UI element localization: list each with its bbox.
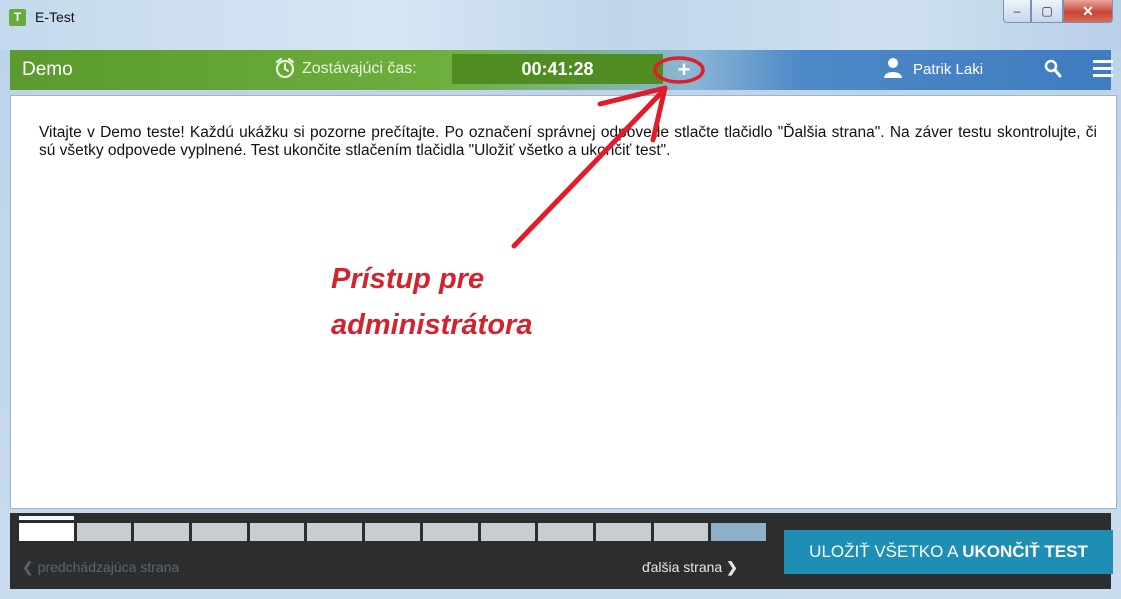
progress-segment[interactable] — [134, 523, 190, 541]
previous-page-link[interactable]: ❮ predchádzajúca strana — [22, 559, 179, 576]
app-logo-icon: T — [9, 9, 26, 26]
progress-segment[interactable] — [711, 523, 766, 541]
content-panel: Vitajte v Demo teste! Každú ukážku si po… — [10, 95, 1117, 509]
test-name: Demo — [22, 59, 73, 80]
progress-segment[interactable] — [422, 523, 478, 541]
previous-page-label: predchádzajúca strana — [37, 559, 180, 575]
annotation-line-2: administrátora — [331, 309, 533, 341]
progress-segment[interactable] — [192, 523, 247, 541]
progress-segment[interactable] — [365, 523, 420, 541]
progress-segment[interactable] — [595, 523, 651, 541]
next-page-link[interactable]: ďalšia strana ❯ — [642, 559, 738, 576]
close-button[interactable]: ✕ — [1063, 0, 1113, 23]
save-and-finish-button[interactable]: ULOŽIŤ VŠETKO A UKONČIŤ TEST — [784, 530, 1113, 574]
app-header: Demo Zostávajúci čas: 00:41:28 + Patrik … — [10, 50, 1113, 90]
progress-segment[interactable] — [538, 523, 593, 541]
app-window: T E-Test – ▢ ✕ Demo Zostávajúci čas: 00:… — [0, 0, 1121, 599]
timer-display: 00:41:28 — [452, 54, 663, 84]
chevron-left-icon: ❮ — [22, 559, 34, 575]
progress-segment[interactable] — [653, 523, 709, 541]
admin-annotation: Prístup pre administrátora — [331, 256, 532, 348]
user-icon — [884, 58, 902, 78]
window-titlebar: T E-Test – ▢ ✕ — [0, 0, 1121, 50]
annotation-line-1: Prístup pre — [331, 263, 485, 295]
window-controls: – ▢ ✕ — [1003, 0, 1113, 24]
intro-text: Vitajte v Demo teste! Každú ukážku si po… — [39, 124, 1097, 159]
maximize-button[interactable]: ▢ — [1031, 0, 1063, 23]
page-progress — [19, 516, 766, 541]
timer-label: Zostávajúci čas: — [302, 60, 417, 77]
finish-label-bold: UKONČIŤ TEST — [962, 542, 1088, 561]
progress-segment[interactable] — [307, 523, 363, 541]
chevron-right-icon: ❯ — [726, 559, 738, 575]
user-name[interactable]: Patrik Laki — [913, 61, 983, 78]
progress-segment[interactable] — [76, 523, 132, 541]
menu-icon[interactable] — [1093, 60, 1113, 78]
alarm-clock-icon — [275, 57, 295, 79]
bottom-navigation: ❮ predchádzajúca strana ďalšia strana ❯ … — [10, 513, 1113, 589]
progress-segment[interactable] — [249, 523, 305, 541]
finish-label-regular: ULOŽIŤ VŠETKO A — [809, 542, 963, 561]
next-page-label: ďalšia strana — [642, 559, 723, 575]
minimize-button[interactable]: – — [1003, 0, 1031, 23]
admin-access-button[interactable]: + — [675, 59, 693, 81]
search-icon[interactable] — [1044, 59, 1062, 79]
progress-segment[interactable] — [480, 523, 536, 541]
progress-segment[interactable] — [19, 516, 74, 541]
window-title: E-Test — [35, 9, 75, 25]
